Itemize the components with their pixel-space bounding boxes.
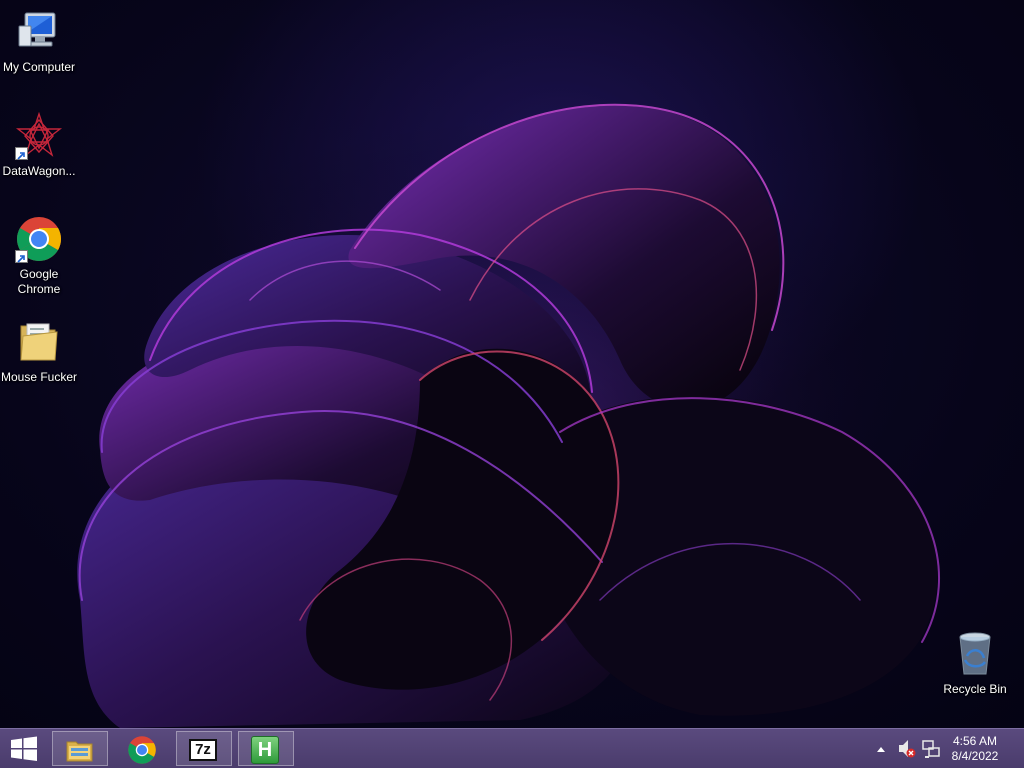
windows-logo-icon [11, 736, 37, 761]
recycle-bin-icon [951, 630, 999, 678]
show-hidden-icons-button[interactable] [874, 729, 888, 768]
desktop-icon-label: Google Chrome [17, 267, 61, 296]
taskbar-h-app-button[interactable]: H [238, 731, 294, 766]
taskbar-7zip-button[interactable]: 7z [176, 731, 232, 766]
taskbar-clock[interactable]: 4:56 AM 8/4/2022 [940, 734, 1010, 764]
7zip-icon: 7z [189, 735, 219, 765]
h-app-icon: H [251, 735, 281, 765]
clock-date: 8/4/2022 [951, 749, 999, 763]
taskbar-file-explorer-button[interactable] [52, 731, 108, 766]
7zip-icon-text: 7z [189, 739, 217, 761]
desktop-icon-mouse-folder[interactable]: Mouse Fucker [0, 318, 78, 385]
shortcut-arrow-icon [15, 250, 28, 263]
volume-button[interactable] [896, 729, 918, 768]
clock-time: 4:56 AM [952, 734, 998, 748]
wallpaper-bloom [70, 103, 941, 728]
file-explorer-icon [65, 735, 95, 765]
desktop-icon-label: My Computer [2, 60, 76, 74]
chrome-icon [127, 735, 157, 765]
desktop-icon-recycle-bin[interactable]: Recycle Bin [936, 630, 1014, 697]
computer-icon [15, 8, 63, 56]
volume-muted-icon [899, 740, 916, 758]
h-app-icon-text: H [251, 736, 279, 764]
chrome-icon [15, 215, 63, 263]
desktop-icon-label: Mouse Fucker [0, 370, 78, 384]
taskbar: 7z H 4:56 AM 8/4/2022 [0, 728, 1024, 768]
desktop-icon-datawagon[interactable]: DataWagon... [0, 111, 78, 179]
folder-icon [15, 318, 63, 366]
shortcut-arrow-icon [15, 147, 28, 160]
desktop-icon-label: Recycle Bin [943, 682, 1007, 696]
start-button[interactable] [0, 729, 48, 768]
network-icon [922, 740, 940, 758]
desktop[interactable]: My Computer DataWagon... Google Chrome M… [0, 0, 1024, 728]
desktop-icon-label: DataWagon... [2, 164, 76, 178]
show-hidden-icons-chevron-icon [877, 747, 885, 752]
desktop-icon-my-computer[interactable]: My Computer [0, 8, 78, 75]
network-button[interactable] [920, 729, 942, 768]
desktop-icon-google-chrome[interactable]: Google Chrome [0, 215, 78, 297]
taskbar-chrome-button[interactable] [114, 731, 170, 766]
datawagon-icon [15, 111, 63, 160]
